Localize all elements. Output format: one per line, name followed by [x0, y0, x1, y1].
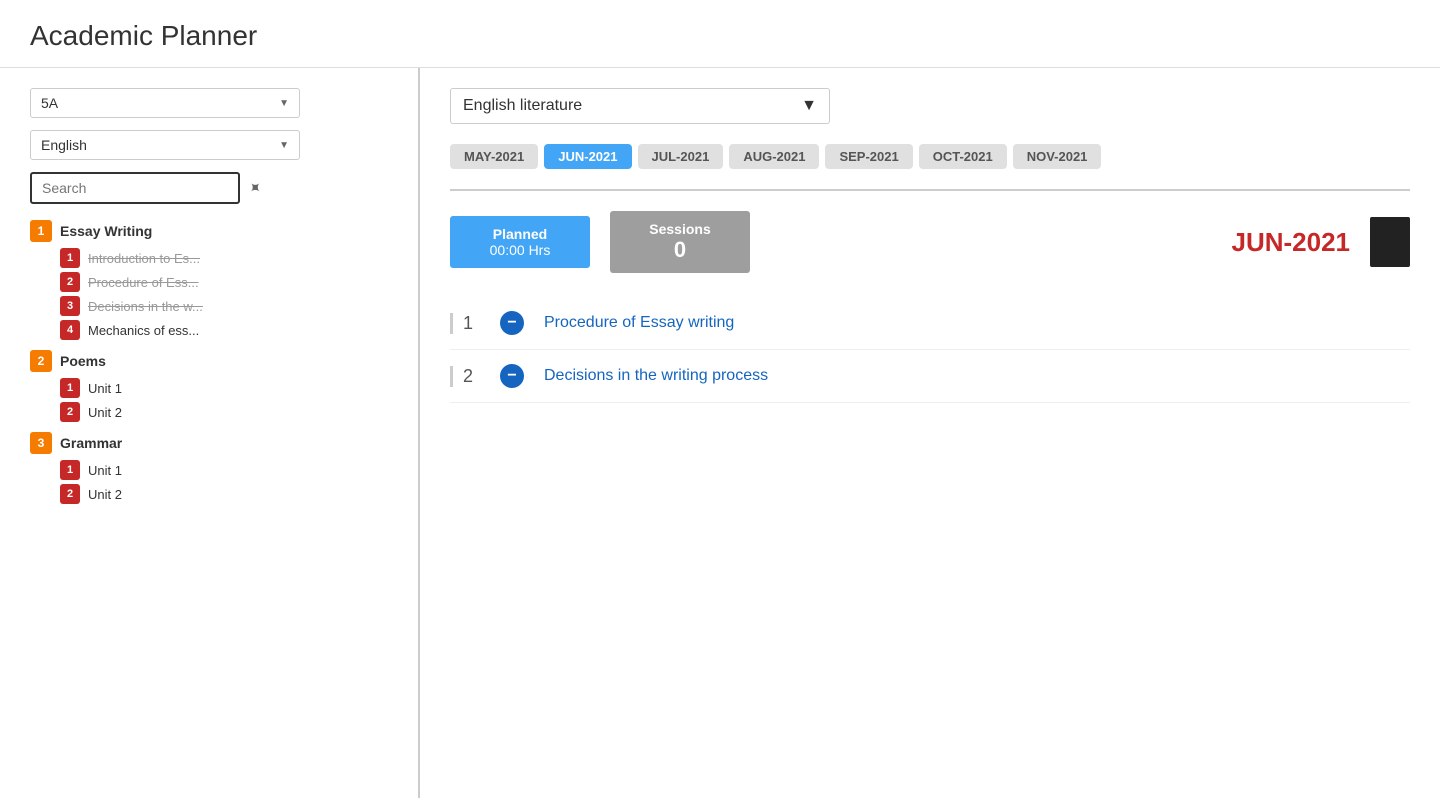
chapter-3-unit-1[interactable]: 1 Unit 1: [30, 460, 398, 480]
session-2-minus-button[interactable]: −: [500, 364, 524, 388]
black-box-icon: [1370, 217, 1410, 267]
session-1-number: 1: [450, 313, 480, 334]
chapter-3-badge: 3: [30, 432, 52, 454]
session-2-title: Decisions in the writing process: [544, 367, 768, 385]
month-tab-sep2021[interactable]: SEP-2021: [825, 144, 912, 169]
search-input[interactable]: [30, 172, 240, 204]
chapter-1-label: Essay Writing: [60, 223, 152, 239]
right-panel: English literature ▼ MAY-2021 JUN-2021 J…: [420, 68, 1440, 798]
planned-stat-box: Planned 00:00 Hrs: [450, 216, 590, 268]
session-1-minus-button[interactable]: −: [500, 311, 524, 335]
subject-dropdown-arrow-icon: ▼: [279, 140, 289, 151]
month-tab-oct2021[interactable]: OCT-2021: [919, 144, 1007, 169]
chapter-1-unit-4-badge: 4: [60, 320, 80, 340]
subject-dropdown-row: English ▼: [30, 130, 398, 160]
left-panel: 5A ▼ English ▼ ✦ 1 Essay Writing 1 Intro…: [0, 68, 420, 798]
session-2-number: 2: [450, 366, 480, 387]
chapter-1-unit-4[interactable]: 4 Mechanics of ess...: [30, 320, 398, 340]
chapter-1-row[interactable]: 1 Essay Writing: [30, 220, 398, 242]
chapter-1-unit-2-badge: 2: [60, 272, 80, 292]
sessions-label: Sessions: [640, 221, 720, 237]
chapter-1-unit-2[interactable]: 2 Procedure of Ess...: [30, 272, 398, 292]
chapter-2-unit-2-label: Unit 2: [88, 405, 122, 420]
chapter-3-label: Grammar: [60, 435, 122, 451]
month-tab-aug2021[interactable]: AUG-2021: [729, 144, 819, 169]
divider: [450, 189, 1410, 191]
chapter-1-unit-2-label: Procedure of Ess...: [88, 275, 199, 290]
chapter-1-unit-1-label: Introduction to Es...: [88, 251, 200, 266]
current-month-label: JUN-2021: [1231, 227, 1350, 258]
subject-dropdown[interactable]: English ▼: [30, 130, 300, 160]
chapter-1-unit-3-badge: 3: [60, 296, 80, 316]
chapter-1-unit-1[interactable]: 1 Introduction to Es...: [30, 248, 398, 268]
sessions-stat-box: Sessions 0: [610, 211, 750, 273]
stats-row: Planned 00:00 Hrs Sessions 0 JUN-2021: [450, 211, 1410, 273]
chapter-2-row[interactable]: 2 Poems: [30, 350, 398, 372]
session-item-2: 2 − Decisions in the writing process: [450, 350, 1410, 403]
month-tabs: MAY-2021 JUN-2021 JUL-2021 AUG-2021 SEP-…: [450, 144, 1410, 169]
tree-section: 1 Essay Writing 1 Introduction to Es... …: [30, 220, 398, 504]
chapter-1-unit-3-label: Decisions in the w...: [88, 299, 203, 314]
chapter-2-unit-1[interactable]: 1 Unit 1: [30, 378, 398, 398]
chapter-1-unit-1-badge: 1: [60, 248, 80, 268]
session-1-title: Procedure of Essay writing: [544, 314, 734, 332]
class-dropdown-arrow-icon: ▼: [279, 98, 289, 109]
chapter-2-unit-2[interactable]: 2 Unit 2: [30, 402, 398, 422]
chapter-3-unit-1-badge: 1: [60, 460, 80, 480]
chapter-2-unit-2-badge: 2: [60, 402, 80, 422]
pin-icon[interactable]: ✦: [243, 176, 267, 200]
month-tab-jun2021[interactable]: JUN-2021: [544, 144, 631, 169]
right-subject-label: English literature: [463, 97, 582, 115]
class-dropdown-value: 5A: [41, 95, 58, 111]
sessions-value: 0: [640, 237, 720, 263]
month-tab-jul2021[interactable]: JUL-2021: [638, 144, 724, 169]
chapter-3-unit-2-badge: 2: [60, 484, 80, 504]
chapter-2-badge: 2: [30, 350, 52, 372]
right-subject-dropdown-arrow-icon: ▼: [801, 97, 817, 115]
page-title: Academic Planner: [0, 0, 1440, 68]
class-dropdown-row: 5A ▼: [30, 88, 398, 118]
chapter-2-unit-1-label: Unit 1: [88, 381, 122, 396]
chapter-1-unit-3[interactable]: 3 Decisions in the w...: [30, 296, 398, 316]
right-subject-dropdown-row: English literature ▼: [450, 88, 1410, 124]
session-list: 1 − Procedure of Essay writing 2 − Decis…: [450, 297, 1410, 403]
planned-value: 00:00 Hrs: [480, 242, 560, 258]
chapter-2-unit-1-badge: 1: [60, 378, 80, 398]
chapter-2-label: Poems: [60, 353, 106, 369]
session-item-1: 1 − Procedure of Essay writing: [450, 297, 1410, 350]
planned-label: Planned: [480, 226, 560, 242]
right-subject-dropdown[interactable]: English literature ▼: [450, 88, 830, 124]
class-dropdown[interactable]: 5A ▼: [30, 88, 300, 118]
subject-dropdown-value: English: [41, 137, 87, 153]
search-row: ✦: [30, 172, 398, 204]
chapter-3-row[interactable]: 3 Grammar: [30, 432, 398, 454]
month-tab-may2021[interactable]: MAY-2021: [450, 144, 538, 169]
month-tab-nov2021[interactable]: NOV-2021: [1013, 144, 1102, 169]
chapter-3-unit-2[interactable]: 2 Unit 2: [30, 484, 398, 504]
chapter-3-unit-2-label: Unit 2: [88, 487, 122, 502]
chapter-3-unit-1-label: Unit 1: [88, 463, 122, 478]
chapter-1-unit-4-label: Mechanics of ess...: [88, 323, 199, 338]
chapter-1-badge: 1: [30, 220, 52, 242]
